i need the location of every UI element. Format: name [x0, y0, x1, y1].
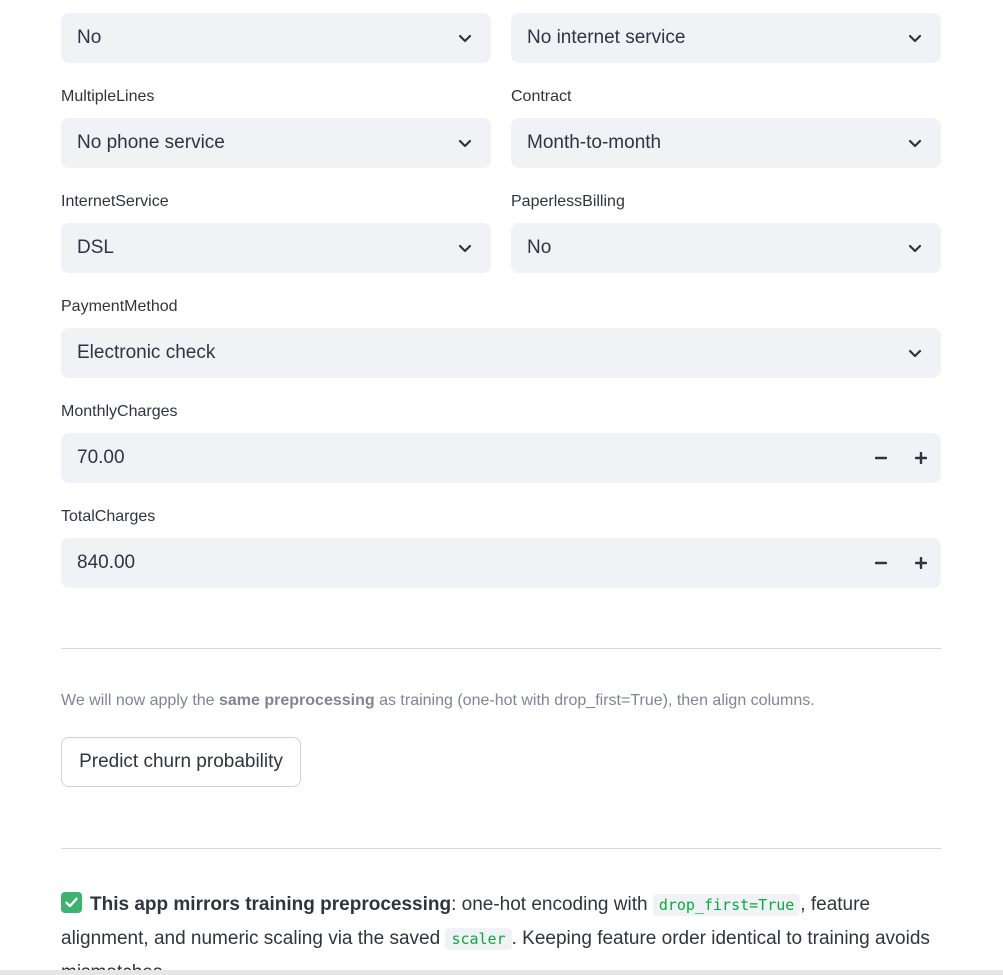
contract-label: Contract — [511, 88, 572, 105]
monthly-charges-stepper — [861, 433, 941, 483]
total-charges-input[interactable]: 840.00 — [61, 538, 941, 588]
select-top-right[interactable]: No internet service — [511, 13, 941, 63]
minus-icon[interactable] — [861, 433, 901, 483]
payment-method-select[interactable]: Electronic check — [61, 328, 941, 378]
contract-select[interactable]: Month-to-month — [511, 118, 941, 168]
select-value: No — [527, 237, 552, 258]
multiple-lines-select[interactable]: No phone service — [61, 118, 491, 168]
chevron-down-icon — [895, 13, 935, 63]
divider — [61, 848, 941, 849]
total-charges-label: TotalCharges — [61, 508, 156, 525]
page: No No internet service MultipleLines No … — [0, 0, 1003, 975]
bottom-edge — [0, 970, 1003, 975]
minus-icon[interactable] — [861, 538, 901, 588]
chevron-down-icon — [895, 118, 935, 168]
code-scaler: scaler — [445, 928, 512, 950]
select-value: Month-to-month — [527, 132, 662, 153]
total-charges-stepper — [861, 538, 941, 588]
internet-service-label: InternetService — [61, 193, 169, 210]
divider — [61, 648, 941, 649]
monthly-charges-input[interactable]: 70.00 — [61, 433, 941, 483]
paperless-billing-label: PaperlessBilling — [511, 193, 625, 210]
internet-service-select[interactable]: DSL — [61, 223, 491, 273]
chevron-down-icon — [445, 13, 485, 63]
select-value: DSL — [77, 237, 114, 258]
select-top-left[interactable]: No — [61, 13, 491, 63]
monthly-charges-label: MonthlyCharges — [61, 403, 178, 420]
caption-prefix: We will now apply the — [61, 692, 219, 709]
chevron-down-icon — [895, 328, 935, 378]
note-bold: This app mirrors training preprocessing — [90, 894, 452, 915]
check-mark-icon — [61, 892, 82, 913]
payment-method-label: PaymentMethod — [61, 298, 178, 315]
plus-icon[interactable] — [901, 538, 941, 588]
note-part1: : one-hot encoding with — [451, 894, 653, 915]
monthly-charges-value[interactable]: 70.00 — [77, 447, 861, 469]
code-drop-first: drop_first=True — [652, 894, 801, 916]
preprocessing-note: This app mirrors training preprocessing:… — [61, 888, 941, 975]
select-value: No — [77, 27, 102, 48]
chevron-down-icon — [445, 118, 485, 168]
select-value: Electronic check — [77, 342, 216, 363]
chevron-down-icon — [895, 223, 935, 273]
select-value: No phone service — [77, 132, 225, 153]
preprocessing-caption: We will now apply the same preprocessing… — [61, 692, 815, 710]
multiple-lines-label: MultipleLines — [61, 88, 155, 105]
plus-icon[interactable] — [901, 433, 941, 483]
chevron-down-icon — [445, 223, 485, 273]
caption-suffix: as training (one-hot with drop_first=Tru… — [374, 692, 815, 709]
select-value: No internet service — [527, 27, 686, 48]
caption-bold: same preprocessing — [219, 692, 375, 709]
predict-churn-button[interactable]: Predict churn probability — [61, 737, 301, 787]
total-charges-value[interactable]: 840.00 — [77, 552, 861, 574]
paperless-billing-select[interactable]: No — [511, 223, 941, 273]
